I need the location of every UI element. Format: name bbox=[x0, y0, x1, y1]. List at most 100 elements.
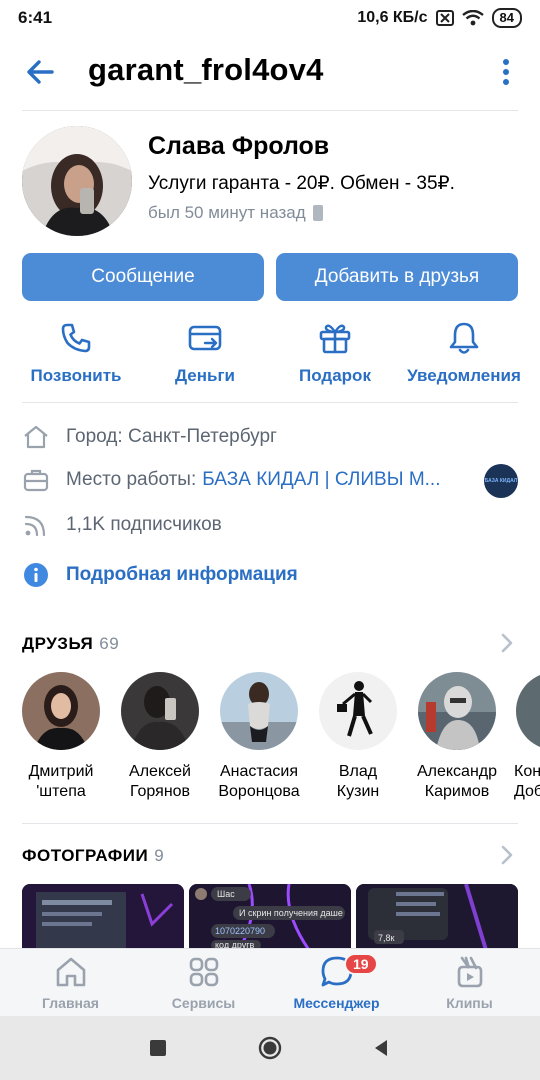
friend-name: Влад Кузин bbox=[337, 762, 379, 802]
friend-last-name: Воронцова bbox=[218, 783, 300, 800]
friend-first-name: Влад bbox=[338, 763, 378, 780]
home-icon bbox=[56, 957, 85, 987]
more-options-icon[interactable] bbox=[496, 54, 516, 90]
action-label: Подарок bbox=[299, 366, 371, 385]
friend-first-name: Александр bbox=[416, 763, 498, 780]
friend-item[interactable]: Влад Кузин bbox=[308, 672, 408, 802]
wifi-icon bbox=[461, 10, 484, 26]
page-title: garant_frol4ov4 bbox=[88, 52, 324, 87]
home-button-icon[interactable] bbox=[258, 1036, 282, 1060]
tab-services[interactable]: Сервисы bbox=[136, 955, 271, 1011]
followers-row[interactable]: 1,1K подписчиков bbox=[22, 511, 222, 539]
gift-action[interactable]: Подарок bbox=[275, 320, 395, 390]
back-button-icon[interactable] bbox=[369, 1036, 393, 1060]
work-link[interactable]: БАЗА КИДАЛ | СЛИВЫ М... bbox=[202, 469, 440, 491]
city-row: Город: Санкт-Петербург bbox=[22, 423, 277, 451]
friends-count: 69 bbox=[99, 634, 120, 653]
profile-avatar[interactable] bbox=[22, 126, 132, 236]
chevron-right-icon[interactable] bbox=[498, 632, 516, 654]
friend-avatar bbox=[220, 672, 298, 750]
top-bar: garant_frol4ov4 bbox=[0, 40, 540, 106]
action-label: Деньги bbox=[174, 366, 236, 385]
status-time: 6:41 bbox=[18, 8, 53, 27]
photos-header[interactable]: ФОТОГРАФИИ 9 bbox=[22, 846, 164, 866]
friend-avatar bbox=[121, 672, 199, 750]
photo-thumbnail[interactable] bbox=[22, 884, 184, 950]
photos-title: ФОТОГРАФИИ bbox=[22, 846, 149, 865]
sim-off-icon bbox=[435, 10, 454, 26]
work-label: Место работы: bbox=[66, 469, 197, 490]
friend-avatar bbox=[418, 672, 496, 750]
friend-item[interactable]: Алексей Горянов bbox=[110, 672, 210, 802]
notifications-action[interactable]: Уведомления bbox=[404, 320, 524, 390]
friend-name: Кон Доб bbox=[514, 762, 540, 802]
briefcase-icon bbox=[23, 469, 49, 492]
friend-avatar bbox=[319, 672, 397, 750]
photo-thumbnail[interactable]: Шас И скрин получения даше 1070220790 ко… bbox=[189, 884, 351, 950]
last-seen: был 50 минут назад bbox=[148, 203, 324, 223]
back-arrow-icon[interactable] bbox=[22, 54, 58, 90]
friend-avatar bbox=[516, 672, 540, 750]
friend-name: Александр Каримов bbox=[417, 762, 497, 802]
system-navigation-bar bbox=[0, 1016, 540, 1080]
tab-label: Мессенджер bbox=[293, 995, 380, 1011]
recent-apps-icon[interactable] bbox=[146, 1036, 170, 1060]
phone-icon bbox=[61, 323, 91, 353]
clips-icon bbox=[457, 956, 482, 988]
tab-label: Клипы bbox=[446, 995, 493, 1011]
photo-text: Шас bbox=[217, 889, 235, 899]
photo-text: 1070220790 bbox=[215, 926, 265, 936]
section-spacer bbox=[0, 608, 540, 616]
message-button[interactable]: Сообщение bbox=[22, 253, 264, 301]
status-right: 10,6 КБ/с 84 bbox=[357, 8, 522, 28]
friend-last-name: Кузин bbox=[336, 783, 380, 800]
friend-last-name: Каримов bbox=[424, 783, 490, 800]
work-row[interactable]: Место работы: БАЗА КИДАЛ | СЛИВЫ М... bbox=[22, 466, 440, 494]
money-icon bbox=[188, 325, 222, 351]
mobile-phone-icon bbox=[312, 205, 323, 221]
profile-name: Слава Фролов bbox=[148, 132, 330, 160]
divider bbox=[22, 110, 518, 111]
home-icon bbox=[24, 425, 48, 449]
photo-image: Шас И скрин получения даше 1070220790 ко… bbox=[189, 884, 351, 950]
avatar-photo bbox=[22, 126, 132, 236]
friend-item[interactable]: Дмитрий 'штепа bbox=[11, 672, 111, 802]
gift-icon bbox=[319, 324, 351, 354]
add-friend-button[interactable]: Добавить в друзья bbox=[276, 253, 518, 301]
friend-first-name: Кон bbox=[514, 763, 540, 780]
divider bbox=[22, 402, 518, 403]
money-action[interactable]: Деньги bbox=[145, 320, 265, 390]
call-action[interactable]: Позвонить bbox=[16, 320, 136, 390]
friend-item[interactable]: Кон Доб bbox=[506, 672, 540, 802]
more-info-row[interactable]: Подробная информация bbox=[22, 561, 298, 589]
chevron-right-icon[interactable] bbox=[498, 844, 516, 866]
friend-name: Дмитрий 'штепа bbox=[29, 762, 94, 802]
friend-last-name: Доб bbox=[514, 783, 540, 800]
followers-text: 1,1K подписчиков bbox=[66, 514, 222, 535]
tab-home[interactable]: Главная bbox=[3, 955, 138, 1011]
friend-name: Алексей Горянов bbox=[129, 762, 191, 802]
photo-text: 7,8к bbox=[378, 933, 395, 943]
tab-clips[interactable]: Клипы bbox=[402, 955, 537, 1011]
friend-first-name: Дмитрий bbox=[28, 763, 94, 780]
rss-icon bbox=[24, 515, 46, 537]
friend-first-name: Анастасия bbox=[219, 763, 299, 780]
work-group-thumbnail[interactable]: БАЗА КИДАЛ bbox=[484, 464, 518, 498]
friends-header[interactable]: ДРУЗЬЯ 69 bbox=[22, 634, 119, 654]
bell-icon bbox=[449, 322, 479, 354]
services-icon bbox=[189, 957, 218, 987]
friend-item[interactable]: Александр Каримов bbox=[407, 672, 507, 802]
friends-title: ДРУЗЬЯ bbox=[22, 634, 94, 653]
friend-avatar bbox=[22, 672, 100, 750]
friend-item[interactable]: Анастасия Воронцова bbox=[209, 672, 309, 802]
photo-image: 7,8к bbox=[356, 884, 518, 950]
city-text: Город: Санкт-Петербург bbox=[66, 426, 277, 447]
divider bbox=[22, 823, 518, 824]
status-bar: 6:41 10,6 КБ/с 84 bbox=[0, 0, 540, 36]
photos-count: 9 bbox=[154, 846, 165, 865]
friend-name: Анастасия Воронцова bbox=[218, 762, 299, 802]
info-icon bbox=[24, 563, 48, 587]
photo-thumbnail[interactable]: 7,8к bbox=[356, 884, 518, 950]
tab-messenger[interactable]: Мессенджер 19 bbox=[269, 953, 404, 1011]
more-info-link[interactable]: Подробная информация bbox=[66, 564, 298, 586]
